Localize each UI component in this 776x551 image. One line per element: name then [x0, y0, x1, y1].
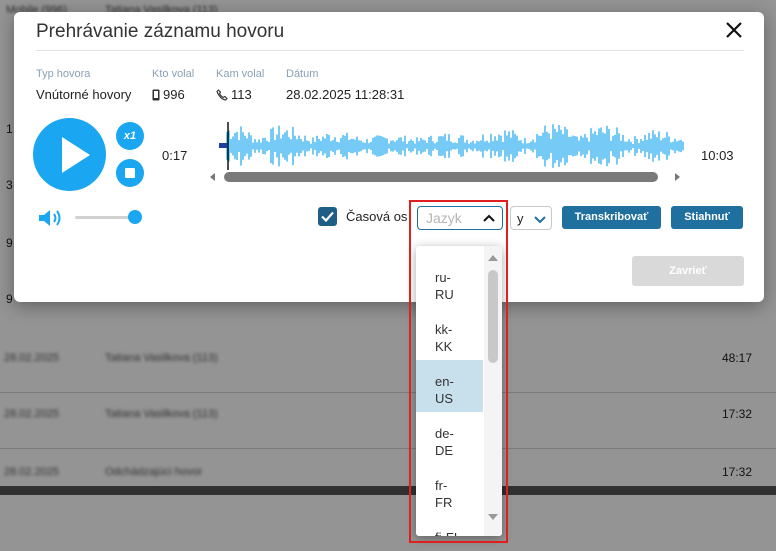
checkmark-icon — [321, 211, 334, 223]
date-text: 28.02.2025 11:28:31 — [286, 87, 405, 102]
callee-number: 113 — [231, 87, 252, 102]
playhead-marker — [219, 143, 227, 148]
total-time: 10:03 — [701, 148, 734, 163]
call-type-value: Vnútorné hovory — [36, 87, 131, 102]
close-icon[interactable] — [722, 18, 746, 42]
mobile-phone-icon — [152, 89, 160, 100]
waveform[interactable] — [205, 120, 688, 172]
callee-value: 113 — [216, 87, 252, 102]
current-time: 0:17 — [162, 148, 188, 163]
playback-dialog: Prehrávanie záznamu hovoru Typ hovora Vn… — [14, 12, 764, 302]
volume-slider[interactable] — [75, 216, 135, 219]
chevron-down-icon — [534, 216, 546, 224]
caller-label: Kto volal — [152, 68, 195, 80]
timeline-checkbox[interactable] — [318, 207, 337, 226]
scroll-left-icon[interactable] — [210, 173, 215, 181]
play-icon — [62, 137, 90, 173]
date-value: 28.02.2025 11:28:31 — [286, 87, 404, 102]
call-type-text: Vnútorné hovory — [36, 87, 132, 102]
play-button[interactable] — [33, 118, 106, 191]
volume-icon[interactable] — [37, 208, 65, 228]
timeline-label: Časová os — [346, 209, 408, 224]
caller-value: 996 — [152, 87, 185, 102]
transcribe-button[interactable]: Transkribovať — [562, 206, 661, 229]
close-button[interactable]: Zavrieť — [632, 256, 744, 286]
volume-slider-handle[interactable] — [128, 210, 142, 224]
stop-button[interactable] — [116, 159, 144, 187]
caller-number: 996 — [163, 87, 185, 102]
scroll-right-icon[interactable] — [675, 173, 680, 181]
secondary-select-value: y — [517, 211, 524, 226]
divider — [36, 50, 744, 51]
stop-icon — [125, 168, 135, 178]
download-button[interactable]: Stiahnuť — [671, 206, 743, 229]
speed-button[interactable]: x1 — [116, 122, 144, 150]
secondary-select[interactable]: y — [510, 206, 552, 230]
waveform-scrollbar[interactable] — [210, 171, 680, 183]
scrollbar-thumb[interactable] — [224, 172, 658, 182]
annotation-highlight — [409, 200, 508, 543]
call-type-label: Typ hovora — [36, 68, 91, 80]
dialog-title: Prehrávanie záznamu hovoru — [36, 21, 285, 42]
date-label: Dátum — [286, 68, 319, 80]
callee-label: Kam volal — [216, 68, 265, 80]
phone-icon — [216, 88, 228, 101]
